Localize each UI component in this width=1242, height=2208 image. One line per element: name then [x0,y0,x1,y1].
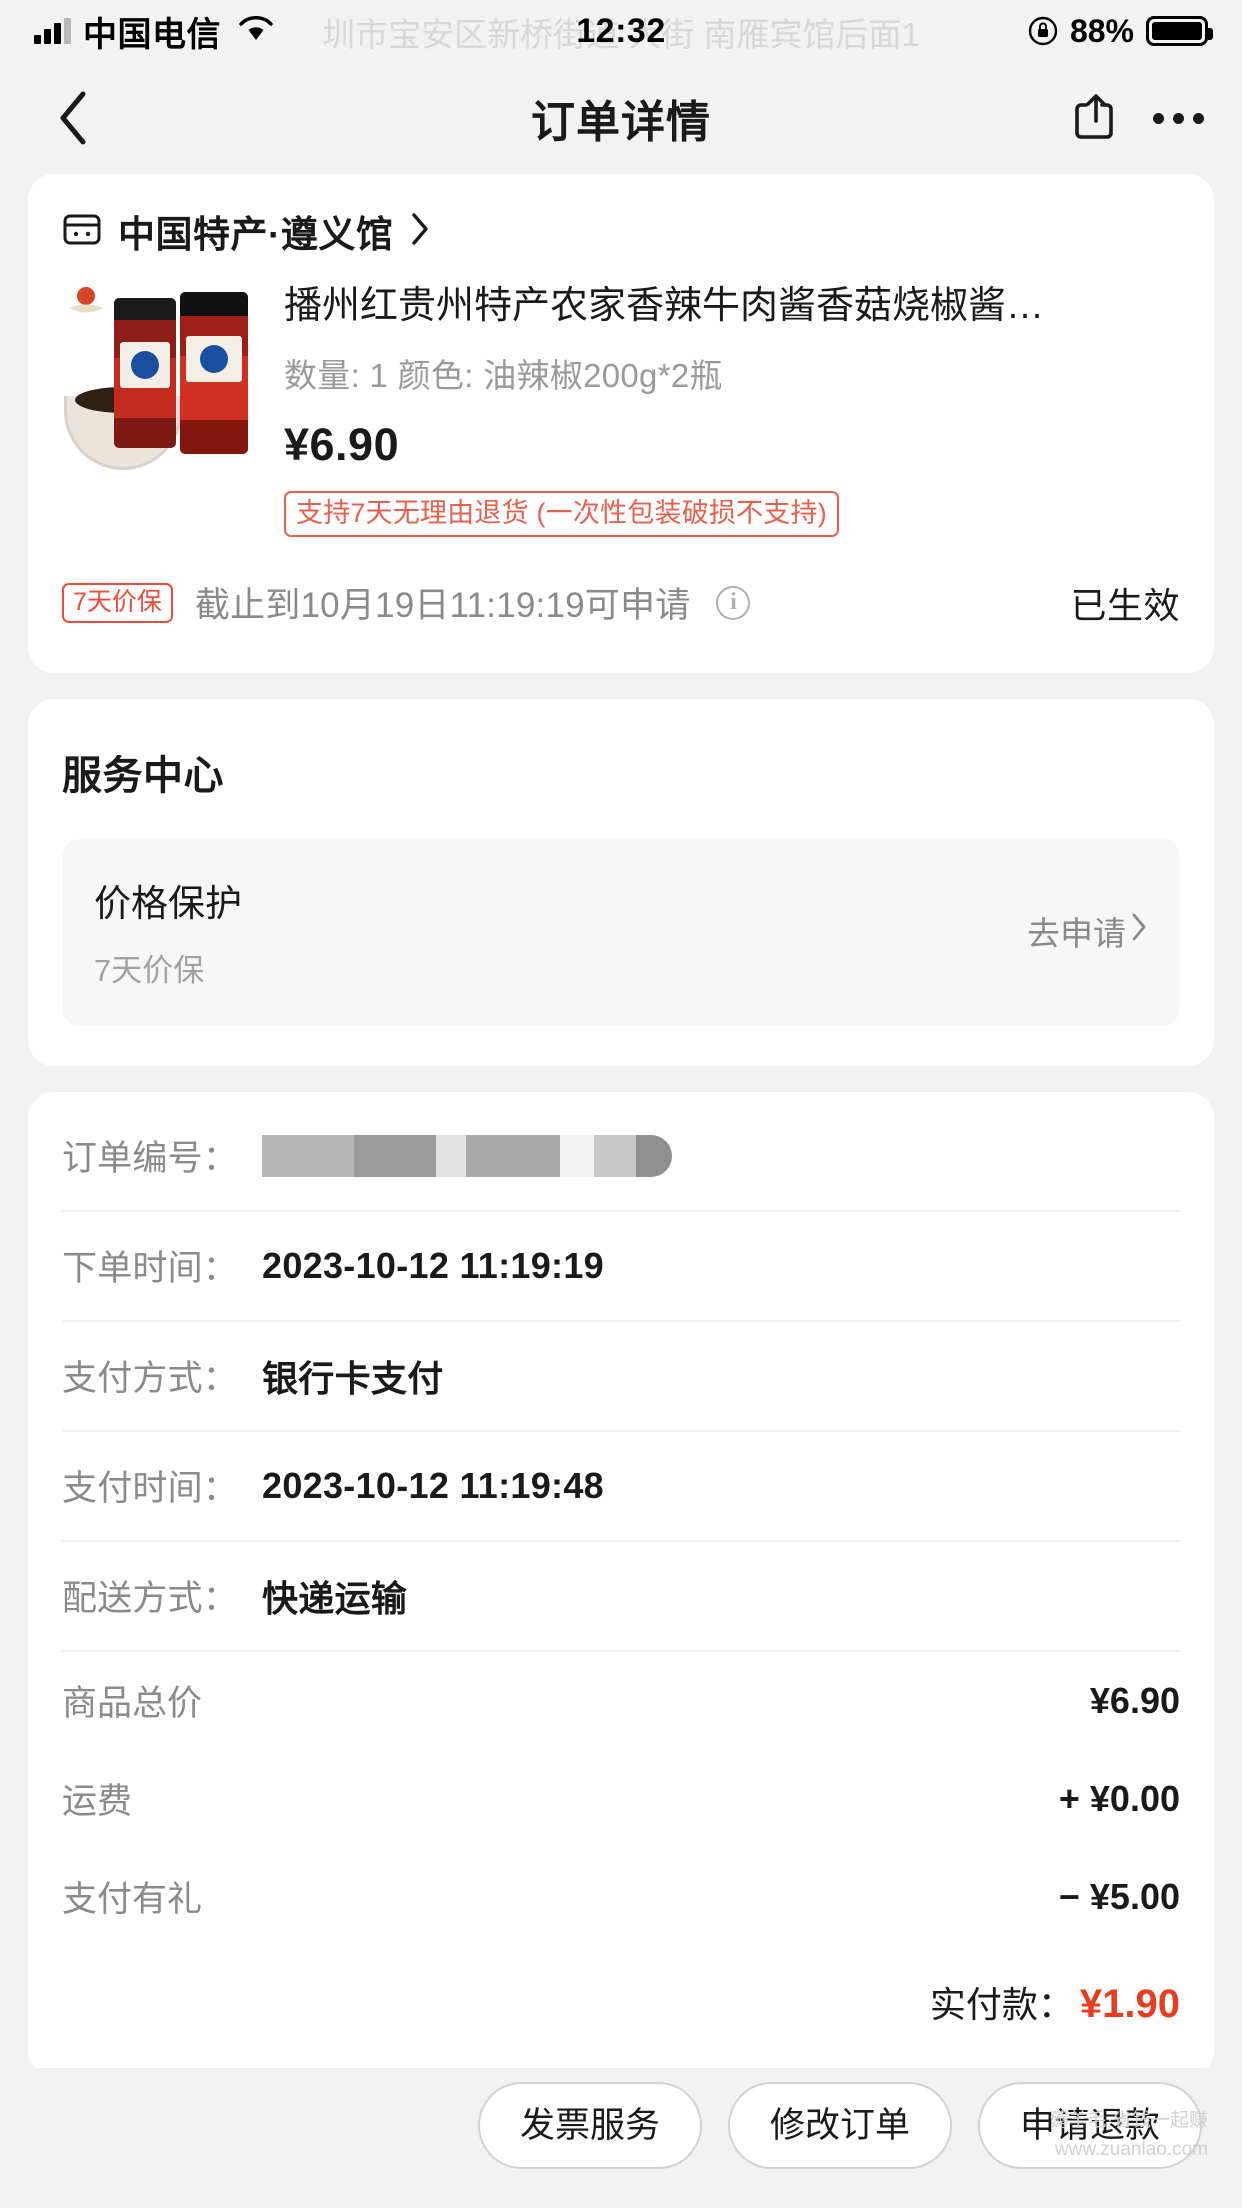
battery-percent-label: 88% [1069,12,1134,49]
product-card: 中国特产·遵义馆 播州红贵州特产农家香辣牛肉酱香菇烧椒酱… 数量: 1 颜色: … [28,174,1214,673]
service-center-card: 服务中心 价格保护 7天价保 去申请 [28,698,1214,1066]
shop-name-label: 中国特产·遵义馆 [118,214,394,255]
total-row: 实付款： ¥1.90 [62,1946,1180,2046]
goods-total-value: ¥6.90 [1089,1679,1180,1721]
payment-time-value: 2023-10-12 11:19:48 [262,1464,604,1506]
delivery-method-value: 快递运输 [262,1577,408,1619]
delivery-method-label: 配送方式： [62,1579,239,1619]
service-center-title: 服务中心 [62,753,224,798]
order-info-row-order-number: 订单编号： [62,1102,1180,1212]
service-item-action-label: 去申请 [1027,915,1126,953]
more-icon[interactable] [1153,112,1204,124]
service-item-subtitle: 7天价保 [94,952,205,988]
payment-method-value: 银行卡支付 [262,1357,444,1399]
payment-gift-value: − ¥5.00 [1058,1875,1180,1917]
summary-row-goods-total: 商品总价 ¥6.90 [62,1652,1180,1750]
product-title: 播州红贵州特产农家香辣牛肉酱香菇烧椒酱… [284,285,1045,327]
order-number-label: 订单编号： [62,1139,239,1179]
page-title: 订单详情 [531,98,711,147]
summary-row-shipping-fee: 运费 + ¥0.00 [62,1750,1180,1848]
bottom-action-bar: 发票服务 修改订单 申请退款 薅羊毛·省钱一起赚 www.zuanlao.com [0,2068,1242,2208]
price-protect-row[interactable]: 7天价保 截止到10月19日11:19:19可申请 i 已生效 [28,537,1214,673]
order-info-row-payment-method: 支付方式： 银行卡支付 [62,1322,1180,1432]
price-protect-status: 已生效 [1070,584,1180,626]
navigation-actions [1073,91,1204,146]
price-protect-deadline: 截止到10月19日11:19:19可申请 [194,586,691,626]
service-item-title: 价格保护 [94,882,242,924]
request-refund-button[interactable]: 申请退款 [977,2081,1202,2169]
product-spec: 数量: 1 颜色: 油辣椒200g*2瓶 [284,356,723,394]
order-time-value: 2023-10-12 11:19:19 [262,1244,604,1286]
price-protect-badge: 7天价保 [62,582,173,623]
info-icon[interactable]: i [716,585,751,620]
product-price: ¥6.90 [284,418,400,470]
brand-mark-icon [69,287,103,313]
service-item-action[interactable]: 去申请 [1027,907,1148,955]
chevron-right-icon [409,212,431,251]
product-info: 播州红贵州特产农家香辣牛肉酱香菇烧椒酱… 数量: 1 颜色: 油辣椒200g*2… [284,280,1180,537]
shipping-fee-label: 运费 [62,1782,133,1822]
product-thumbnail [62,280,258,476]
share-icon[interactable] [1073,91,1119,146]
order-info-row-payment-time: 支付时间： 2023-10-12 11:19:48 [62,1432,1180,1542]
battery-icon [1146,16,1213,46]
return-policy-badge: 支持7天无理由退货 (一次性包装破损不支持) [284,490,839,537]
total-label: 实付款： [929,1983,1074,2025]
rotation-lock-icon [1028,16,1058,46]
goods-total-label: 商品总价 [62,1684,203,1724]
status-bar-right: 88% [1028,12,1213,50]
order-info-card: 订单编号： 下单时间： 2023-10-12 11:19:19 支付方式： 银行… [28,1091,1214,2076]
shipping-fee-value: + ¥0.00 [1058,1777,1180,1819]
product-row[interactable]: 播州红贵州特产农家香辣牛肉酱香菇烧椒酱… 数量: 1 颜色: 油辣椒200g*2… [28,274,1214,537]
shop-row[interactable]: 中国特产·遵义馆 [28,174,1214,274]
payment-method-label: 支付方式： [62,1359,239,1399]
order-info-row-order-time: 下单时间： 2023-10-12 11:19:19 [62,1212,1180,1322]
chevron-right-icon [1130,912,1148,950]
service-item-price-protection[interactable]: 价格保护 7天价保 去申请 [62,838,1180,1026]
order-number-redacted-value [262,1134,672,1177]
summary-row-payment-gift: 支付有礼 − ¥5.00 [62,1848,1180,1946]
shop-icon [62,209,102,254]
service-item-text: 价格保护 7天价保 [94,873,1027,990]
status-bar: 圳市宝安区新桥街道 大街 南雁宾馆后面1 中国电信 12:32 88% [0,0,1242,62]
order-time-label: 下单时间： [62,1249,239,1289]
order-info-row-delivery-method: 配送方式： 快递运输 [62,1542,1180,1652]
invoice-service-button[interactable]: 发票服务 [477,2081,702,2169]
total-value: ¥1.90 [1079,1981,1180,2026]
modify-order-button[interactable]: 修改订单 [727,2081,952,2169]
navigation-bar: 订单详情 [0,62,1242,174]
payment-gift-label: 支付有礼 [62,1880,203,1920]
payment-time-label: 支付时间： [62,1469,239,1509]
